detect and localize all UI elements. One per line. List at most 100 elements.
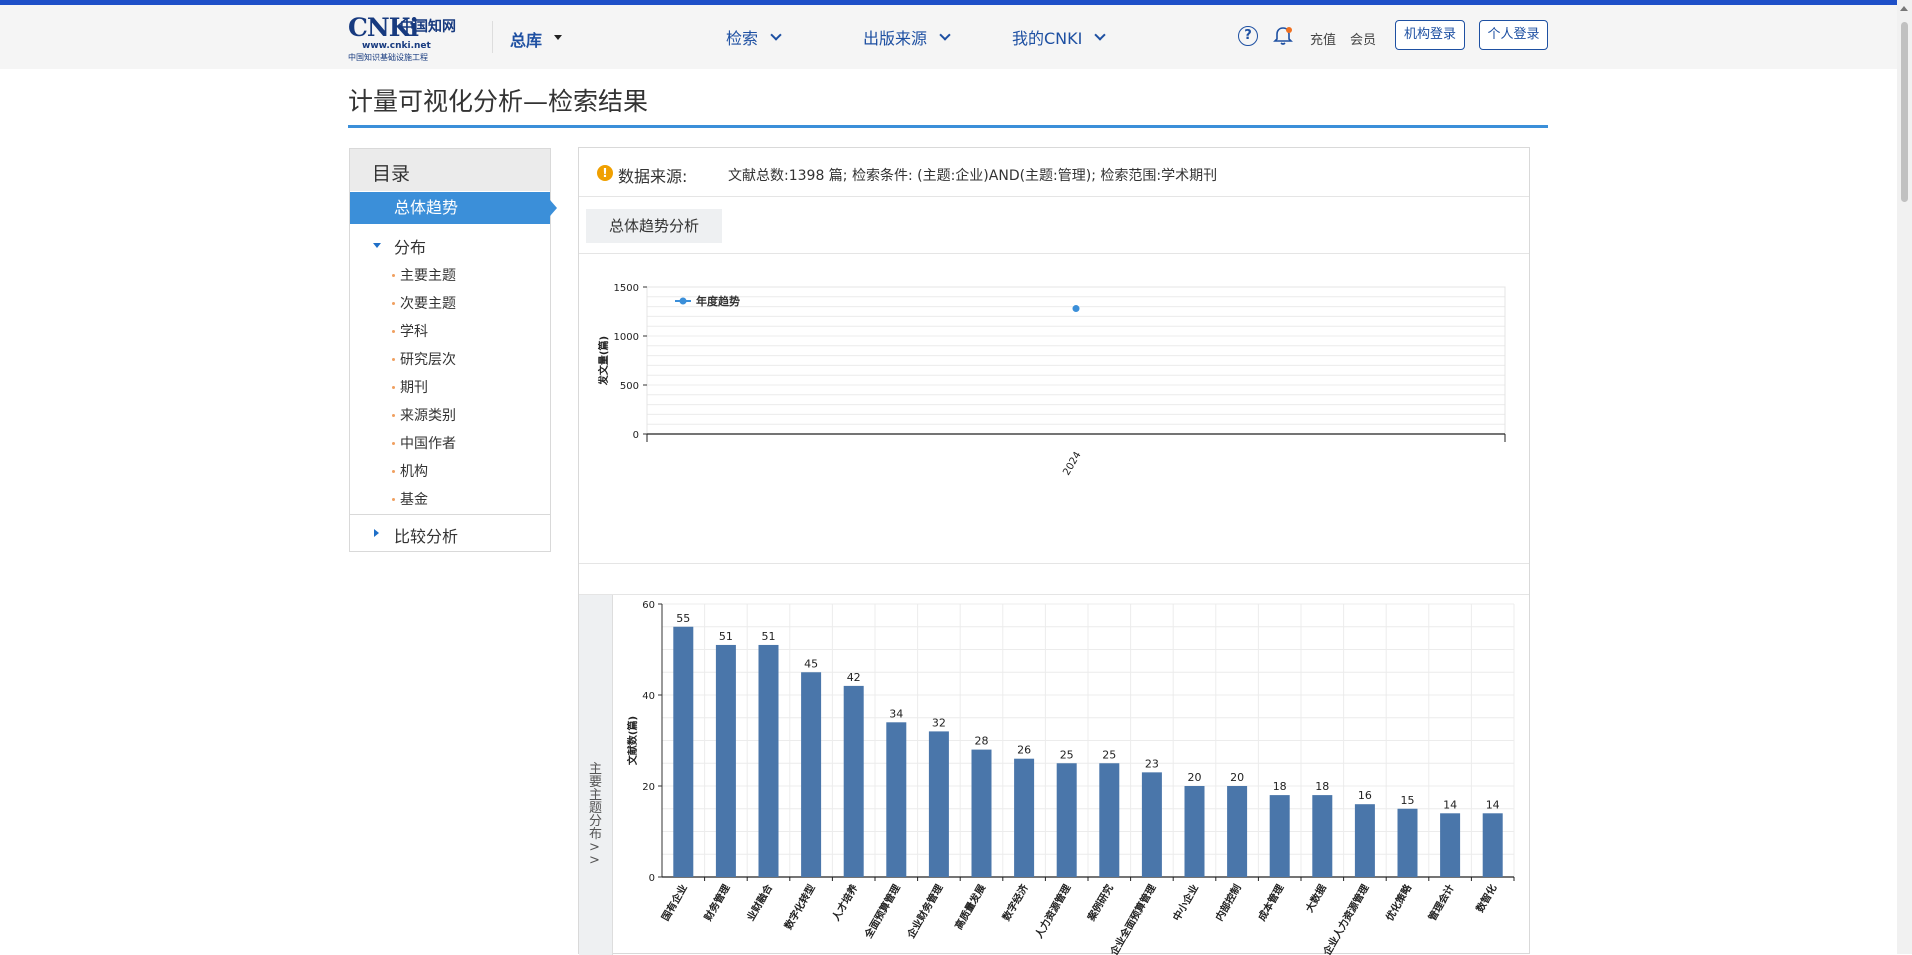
x-tick-label: 2024 [1061, 450, 1083, 478]
bar [1482, 813, 1503, 877]
logo-subtitle: 中国知识基础设施工程 [348, 53, 428, 62]
bar [715, 644, 736, 877]
sidebar-item-fund[interactable]: 基金 [392, 489, 428, 509]
side-tab-main-topic-distribution[interactable]: 主要主题分布 >> [579, 595, 613, 955]
logo-url: www.cnki.net [362, 41, 431, 51]
bar [971, 749, 992, 877]
scrollbar[interactable] [1897, 0, 1912, 954]
caret-down-icon[interactable] [554, 35, 562, 40]
bar [1014, 758, 1035, 877]
bar [1141, 772, 1162, 877]
database-select[interactable]: 总库 [510, 27, 542, 51]
header: CNKi 中国知网 www.cnki.net 中国知识基础设施工程 总库 检索 … [0, 5, 1912, 69]
bar-value-label: 15 [1401, 794, 1415, 807]
bar-value-label: 26 [1017, 744, 1031, 757]
bar [1184, 786, 1205, 877]
y-tick-label: 0 [649, 873, 655, 884]
sidebar-item-secondary-topic[interactable]: 次要主题 [392, 293, 456, 313]
y-axis-label: 文献数(篇) [626, 716, 639, 765]
help-icon[interactable]: ? [1238, 26, 1258, 46]
x-tick-label: 大数据 [1303, 882, 1329, 914]
bar-value-label: 18 [1315, 780, 1329, 793]
x-tick-label: 成本管理 [1255, 882, 1286, 923]
bar-value-label: 42 [847, 671, 861, 684]
cnki-logo[interactable]: CNKi 中国知网 www.cnki.net 中国知识基础设施工程 [348, 14, 474, 63]
x-tick-label: 数智化 [1473, 882, 1499, 914]
nav-search[interactable]: 检索 [726, 25, 782, 49]
bar [1312, 795, 1333, 877]
bar [1056, 763, 1077, 877]
bar-value-label: 34 [889, 707, 903, 720]
bar-value-label: 28 [975, 735, 989, 748]
sidebar-item-main-topic[interactable]: 主要主题 [392, 265, 456, 285]
warning-icon: ! [597, 165, 613, 181]
scrollbar-thumb[interactable] [1901, 22, 1908, 202]
x-tick-label: 企业全面预算管理 [1107, 882, 1159, 955]
bar-value-label: 51 [719, 630, 733, 643]
nav-publication-source[interactable]: 出版来源 [863, 25, 951, 49]
y-tick-label: 40 [642, 691, 655, 702]
analysis-panel: ! 数据来源: 文献总数:1398 篇; 检索条件: (主题:企业)AND(主题… [578, 147, 1530, 955]
bar-value-label: 16 [1358, 789, 1372, 802]
trend-line-chart: 0 500 1000 1500 发文量(篇) 2024 年度趋势 [597, 283, 1506, 478]
legend-label: 年度趋势 [696, 294, 740, 308]
x-tick-label: 内部控制 [1212, 882, 1243, 923]
bar [1354, 804, 1375, 877]
chevron-down-icon [770, 28, 782, 41]
bar [801, 672, 822, 877]
x-tick-label: 业财融合 [744, 881, 776, 923]
sidebar-item-discipline[interactable]: 学科 [392, 321, 428, 341]
page-title: 计量可视化分析—检索结果 [348, 87, 649, 116]
bar [928, 731, 949, 877]
bar [1440, 813, 1461, 877]
sidebar-item-source-type[interactable]: 来源类别 [392, 405, 456, 425]
bar [843, 685, 864, 877]
sidebar-group-distribution[interactable]: 分布 [350, 234, 550, 258]
bar-value-label: 51 [762, 630, 776, 643]
bell-icon[interactable] [1272, 25, 1294, 47]
nav-publication-label: 出版来源 [863, 29, 928, 48]
member-link[interactable]: 会员 [1350, 29, 1376, 48]
bar-value-label: 32 [932, 716, 946, 729]
personal-login-button[interactable]: 个人登录 [1479, 20, 1548, 50]
side-tab-label: 主要主题分布 >> [589, 762, 603, 868]
chevron-down-icon [939, 28, 951, 41]
x-tick-label: 案例研究 [1084, 882, 1116, 924]
nav-search-label: 检索 [726, 29, 759, 48]
bar [1397, 808, 1418, 877]
bar-value-label: 20 [1230, 771, 1244, 784]
triangle-down-icon [373, 243, 381, 248]
sidebar-title: 目录 [350, 149, 550, 191]
sidebar-item-institution[interactable]: 机构 [392, 461, 428, 481]
x-tick-label: 人力资源管理 [1032, 882, 1073, 940]
data-source-label: 数据来源: [618, 167, 688, 186]
title-underline [348, 125, 1548, 128]
y-tick-label: 20 [642, 782, 655, 793]
bar-value-label: 55 [676, 612, 690, 625]
scroll-up-icon[interactable] [1900, 6, 1908, 11]
sidebar-group-compare[interactable]: 比较分析 [350, 523, 550, 547]
org-login-button[interactable]: 机构登录 [1395, 20, 1465, 50]
sidebar-item-journal[interactable]: 期刊 [392, 377, 428, 397]
sidebar-item-research-level[interactable]: 研究层次 [392, 349, 456, 369]
chevron-down-icon [1094, 28, 1107, 41]
bar-value-label: 14 [1486, 798, 1500, 811]
bar [886, 722, 907, 877]
x-tick-label: 数字经济 [999, 881, 1031, 923]
x-tick-label: 国有企业 [659, 882, 690, 923]
header-divider [492, 21, 493, 53]
nav-my-cnki[interactable]: 我的CNKI [1012, 25, 1107, 49]
bar [673, 626, 694, 877]
bar-value-label: 45 [804, 657, 818, 670]
tab-overall-trend-analysis[interactable]: 总体趋势分析 [586, 209, 722, 243]
x-tick-label: 财务管理 [701, 882, 733, 924]
x-tick-label: 人才培养 [829, 881, 861, 923]
sidebar-item-chinese-author[interactable]: 中国作者 [392, 433, 456, 453]
y-tick-label: 1500 [614, 283, 639, 294]
legend-marker [679, 297, 687, 305]
sidebar-item-overall-trend[interactable]: 总体趋势 [350, 192, 550, 224]
sidebar-group-distribution-label: 分布 [394, 238, 427, 257]
recharge-link[interactable]: 充值 [1310, 29, 1336, 48]
x-tick-label: 优化策略 [1383, 881, 1415, 923]
data-source-text: 文献总数:1398 篇; 检索条件: (主题:企业)AND(主题:管理); 检索… [728, 168, 1218, 184]
